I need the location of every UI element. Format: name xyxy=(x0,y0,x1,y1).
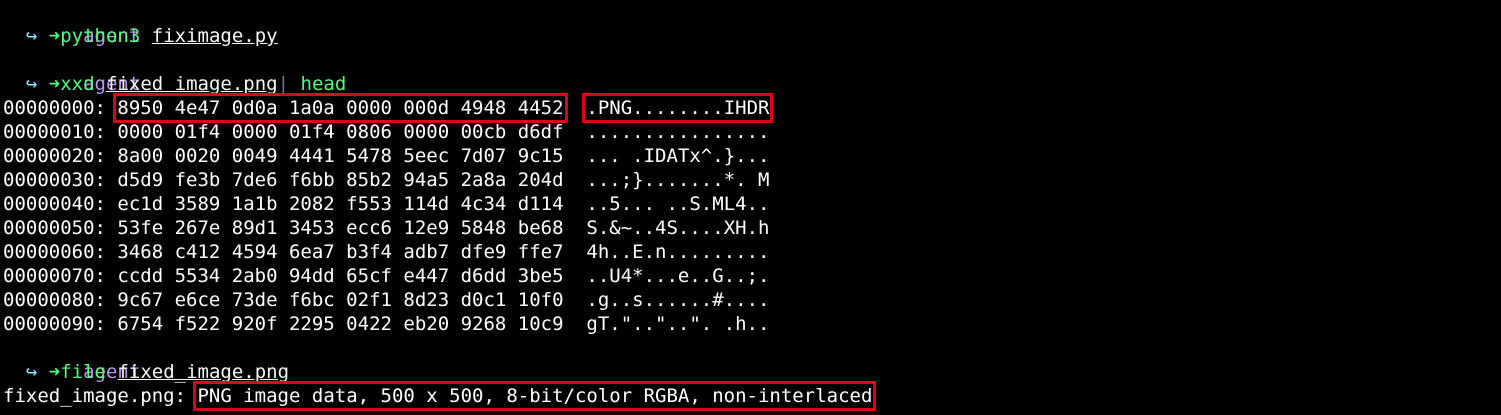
hexdump-row: 00000080: 9c67 e6ce 73de f6bc 02f1 8d23 … xyxy=(3,288,1498,312)
hex-offset: 00000060: xyxy=(3,241,106,263)
hex-bytes: 3468 c412 4594 6ea7 b3f4 adb7 dfe9 ffe7 xyxy=(117,241,564,263)
hex-ascii: S.&~..4S....XH.h xyxy=(586,217,770,239)
file-output-description-highlighted: PNG image data, 500 x 500, 8-bit/color R… xyxy=(193,381,877,411)
command-argument: fixed_image.png xyxy=(106,73,278,95)
hex-ascii: ...;}.......*. M xyxy=(586,169,770,191)
command-name: file xyxy=(60,361,106,383)
hex-ascii: .g..s......#.... xyxy=(586,289,770,311)
pipe-command: head xyxy=(300,73,347,95)
hex-offset: 00000070: xyxy=(3,265,106,287)
hex-offset: 00000030: xyxy=(3,169,106,191)
hex-bytes: 8a00 0020 0049 4441 5478 5eec 7d07 9c15 xyxy=(117,145,564,167)
hex-offset: 00000000: xyxy=(3,97,106,119)
hexdump-row: 00000030: d5d9 fe3b 7de6 f6bb 85b2 94a5 … xyxy=(3,168,1498,192)
hexdump-row: 00000000: 8950 4e47 0d0a 1a0a 0000 000d … xyxy=(3,93,1498,123)
hex-ascii: ... .IDATx^.}... xyxy=(586,145,770,167)
hex-bytes: ccdd 5534 2ab0 94dd 65cf e447 d6dd 3be5 xyxy=(117,265,564,287)
prompt-line: ➜ agent xyxy=(3,48,1498,95)
continuation-icon: ↪ xyxy=(25,25,38,47)
hex-ascii: ..5... ..S.ML4.. xyxy=(586,193,770,215)
hex-bytes: 0000 01f4 0000 01f4 0806 0000 00cb d6df xyxy=(117,121,564,143)
hexdump-row: 00000060: 3468 c412 4594 6ea7 b3f4 adb7 … xyxy=(3,240,1498,264)
hex-offset: 00000020: xyxy=(3,145,106,167)
command-argument: fixed_image.png xyxy=(117,361,290,383)
hex-ascii: gT.".."..". .h.. xyxy=(586,313,770,335)
command-name: python3 xyxy=(60,25,141,47)
hex-offset: 00000080: xyxy=(3,289,106,311)
hex-bytes: d5d9 fe3b 7de6 f6bb 85b2 94a5 2a8a 204d xyxy=(117,169,564,191)
hexdump-row: 00000050: 53fe 267e 89d1 3453 ecc6 12e9 … xyxy=(3,216,1498,240)
hex-bytes-highlighted: 8950 4e47 0d0a 1a0a 0000 000d 4948 4452 xyxy=(113,93,568,123)
hex-bytes: ec1d 3589 1a1b 2082 f553 114d 4c34 d114 xyxy=(117,193,564,215)
hexdump-row: 00000040: ec1d 3589 1a1b 2082 f553 114d … xyxy=(3,192,1498,216)
hexdump-row: 00000070: ccdd 5534 2ab0 94dd 65cf e447 … xyxy=(3,264,1498,288)
continuation-icon: ↪ xyxy=(25,73,38,95)
hex-offset: 00000010: xyxy=(3,121,106,143)
prompt-line: ➜ agent xyxy=(3,336,1498,383)
hex-ascii-highlighted: .PNG........IHDR xyxy=(582,93,774,123)
hexdump-row: 00000020: 8a00 0020 0049 4441 5478 5eec … xyxy=(3,144,1498,168)
hex-offset: 00000040: xyxy=(3,193,106,215)
hex-offset: 00000050: xyxy=(3,217,106,239)
command-line: ↪ xxd fixed_image.png| head xyxy=(3,72,1498,96)
command-name: xxd xyxy=(60,73,95,95)
continuation-icon: ↪ xyxy=(25,361,38,383)
hex-ascii: ................ xyxy=(586,121,770,143)
hex-ascii: ..U4*...e..G..;. xyxy=(586,265,770,287)
hexdump-output: 00000000: 8950 4e47 0d0a 1a0a 0000 000d … xyxy=(3,93,1498,336)
file-output-filename: fixed_image.png: xyxy=(3,385,187,407)
pipe-symbol: | xyxy=(277,73,290,95)
terminal-window[interactable]: ➜ agent ↪ python3 fiximage.py ➜ agent ↪ … xyxy=(3,0,1498,411)
command-argument: fiximage.py xyxy=(151,25,278,47)
command-line: ↪ file fixed_image.png xyxy=(3,360,1498,384)
hex-ascii: 4h..E.n......... xyxy=(586,241,770,263)
file-output-line: fixed_image.png: PNG image data, 500 x 5… xyxy=(3,381,1498,411)
prompt-line: ➜ agent xyxy=(3,0,1498,47)
hex-bytes: 6754 f522 920f 2295 0422 eb20 9268 10c9 xyxy=(117,313,564,335)
hex-bytes: 9c67 e6ce 73de f6bc 02f1 8d23 d0c1 10f0 xyxy=(117,289,564,311)
hex-offset: 00000090: xyxy=(3,313,106,335)
command-line: ↪ python3 fiximage.py xyxy=(3,24,1498,48)
hexdump-row: 00000010: 0000 01f4 0000 01f4 0806 0000 … xyxy=(3,120,1498,144)
hex-bytes: 53fe 267e 89d1 3453 ecc6 12e9 5848 be68 xyxy=(117,217,564,239)
hexdump-row: 00000090: 6754 f522 920f 2295 0422 eb20 … xyxy=(3,312,1498,336)
